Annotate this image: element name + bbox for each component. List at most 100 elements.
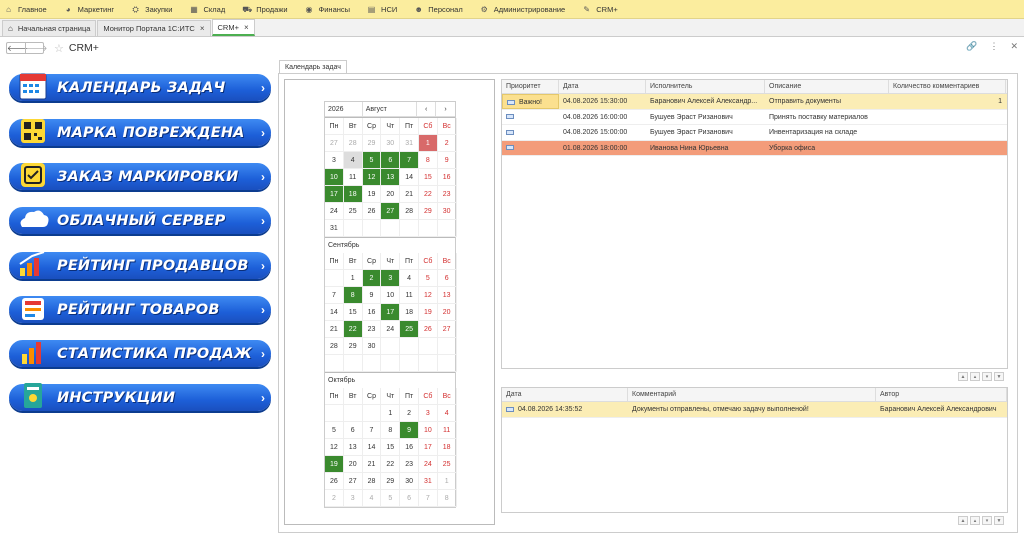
forward-arrow-icon[interactable]: 🡒	[25, 43, 47, 53]
calendar-day[interactable]: 8	[381, 422, 401, 439]
column-header[interactable]: Исполнитель	[646, 80, 765, 93]
calendar-day[interactable]: 28	[400, 203, 419, 220]
link-icon[interactable]: 🔗	[966, 41, 977, 52]
banner-button[interactable]: ОБЛАЧНЫЙ СЕРВЕР ›	[9, 207, 271, 234]
prev-month-icon[interactable]: ‹	[417, 102, 437, 116]
column-header[interactable]: Количество комментариев	[889, 80, 1006, 93]
column-header[interactable]: Комментарий	[628, 388, 876, 401]
calendar-day[interactable]: 15	[343, 304, 363, 321]
calendar-day[interactable]: 10	[418, 422, 438, 439]
calendar-day[interactable]: 15	[381, 439, 401, 456]
more-icon[interactable]: ⋮	[989, 41, 998, 52]
table-row[interactable]: 04.08.2026 15:00:00 Бушуев Эраст Ризанови…	[502, 125, 1007, 141]
table-row[interactable]: 01.08.2026 18:00:00 Иванова Нина Юрьевна У…	[502, 140, 1007, 156]
month-select[interactable]: Август	[363, 102, 418, 116]
calendar-day[interactable]: 27	[343, 473, 363, 490]
calendar-day[interactable]: 3	[343, 490, 363, 507]
menu-item[interactable]: ▤ НСИ	[367, 5, 398, 14]
calendar-day[interactable]: 11	[400, 287, 419, 304]
calendar-day[interactable]: 19	[418, 304, 438, 321]
calendar-day[interactable]: 10	[325, 169, 344, 186]
calendar-day[interactable]: 24	[325, 203, 344, 220]
calendar-day[interactable]: 31	[418, 473, 438, 490]
calendar-day[interactable]: 25	[343, 203, 363, 220]
calendar-day[interactable]: 24	[381, 321, 401, 338]
calendar-day[interactable]: 1	[418, 135, 438, 152]
calendar-day[interactable]: 30	[362, 338, 382, 355]
calendar-day[interactable]: 7	[418, 490, 438, 507]
calendar-day[interactable]: 16	[437, 169, 457, 186]
calendar-day[interactable]: 16	[400, 439, 419, 456]
calendar-day[interactable]: 14	[400, 169, 419, 186]
tab-item[interactable]: Монитор Портала 1С:ИТС ×	[97, 20, 211, 36]
calendar-day[interactable]: 12	[362, 169, 382, 186]
calendar-day[interactable]: 6	[437, 270, 457, 287]
calendar-day[interactable]: 3	[418, 405, 438, 422]
calendar-day[interactable]: 17	[325, 186, 344, 203]
banner-button[interactable]: КАЛЕНДАРЬ ЗАДАЧ ›	[9, 73, 271, 101]
menu-item[interactable]: ☻ Персонал	[414, 5, 463, 14]
calendar-day[interactable]: 23	[437, 186, 457, 203]
calendar-day[interactable]: 4	[362, 490, 382, 507]
calendar-day[interactable]: 27	[437, 321, 457, 338]
tab-task-calendar[interactable]: Календарь задач	[279, 60, 347, 74]
calendar-day[interactable]: 21	[400, 186, 419, 203]
next-month-icon[interactable]: ›	[436, 102, 455, 116]
calendar-day[interactable]: 20	[381, 186, 401, 203]
scroll-bottom-icon[interactable]: ▼	[994, 516, 1004, 525]
calendar-day[interactable]: 5	[418, 270, 438, 287]
scroll-bottom-icon[interactable]: ▼	[994, 372, 1004, 381]
calendar-day[interactable]: 23	[362, 321, 382, 338]
calendar-day[interactable]: 21	[325, 321, 344, 338]
calendar-day[interactable]: 5	[362, 152, 382, 169]
menu-item[interactable]: ✎ CRM+	[582, 5, 617, 14]
menu-item[interactable]: ⛟ Продажи	[242, 5, 287, 14]
calendar-day[interactable]: 7	[362, 422, 382, 439]
calendar-day[interactable]: 25	[400, 321, 419, 338]
calendar-day[interactable]: 24	[418, 456, 438, 473]
calendar-day[interactable]: 15	[418, 169, 438, 186]
calendar-day[interactable]: 11	[437, 422, 457, 439]
calendar-day[interactable]: 14	[325, 304, 344, 321]
calendar-day[interactable]: 2	[400, 405, 419, 422]
calendar-day[interactable]: 19	[362, 186, 382, 203]
calendar-day[interactable]: 29	[418, 203, 438, 220]
calendar-day[interactable]: 22	[418, 186, 438, 203]
calendar-day[interactable]: 6	[343, 422, 363, 439]
calendar-day[interactable]: 1	[437, 473, 457, 490]
banner-button[interactable]: СТАТИСТИКА ПРОДАЖ ›	[9, 340, 271, 367]
scroll-up-icon[interactable]: ▴	[970, 516, 980, 525]
table-row[interactable]: 04.08.2026 14:35:52 Документы отправлены,…	[502, 402, 1007, 418]
tab-item[interactable]: ⌂ Начальная страница	[2, 20, 97, 36]
calendar-day[interactable]: 9	[437, 152, 457, 169]
menu-item[interactable]: ◉ Финансы	[305, 5, 351, 14]
close-icon[interactable]: ✕	[1010, 41, 1018, 52]
banner-button[interactable]: ЗАКАЗ МАРКИРОВКИ ›	[9, 163, 271, 190]
calendar-day[interactable]: 29	[381, 473, 401, 490]
scroll-down-icon[interactable]: ▾	[982, 372, 992, 381]
banner-button[interactable]: МАРКА ПОВРЕЖДЕНА ›	[9, 119, 271, 146]
calendar-day[interactable]: 16	[362, 304, 382, 321]
scroll-down-icon[interactable]: ▾	[982, 516, 992, 525]
calendar-day[interactable]: 30	[437, 203, 457, 220]
scroll-up-icon[interactable]: ▴	[970, 372, 980, 381]
menu-item[interactable]: ◕ Маркетинг	[64, 5, 114, 14]
calendar-day[interactable]: 3	[381, 270, 401, 287]
calendar-day[interactable]: 1	[381, 405, 401, 422]
calendar-day[interactable]: 13	[381, 169, 401, 186]
calendar-day[interactable]: 6	[381, 152, 401, 169]
calendar-day[interactable]: 27	[381, 203, 401, 220]
calendar-day[interactable]: 13	[437, 287, 457, 304]
tab-item[interactable]: CRM+ ×	[211, 19, 255, 36]
calendar-day[interactable]: 12	[325, 439, 344, 456]
calendar-day[interactable]: 12	[418, 287, 438, 304]
calendar-day[interactable]: 21	[362, 456, 382, 473]
banner-button[interactable]: РЕЙТИНГ ТОВАРОВ ›	[9, 296, 271, 323]
calendar-day[interactable]: 2	[362, 270, 382, 287]
back-arrow-icon[interactable]: 🡐	[7, 43, 28, 53]
calendar-day[interactable]: 18	[437, 439, 457, 456]
calendar-day[interactable]: 22	[381, 456, 401, 473]
calendar-day[interactable]: 20	[437, 304, 457, 321]
calendar-day[interactable]: 26	[362, 203, 382, 220]
calendar-day[interactable]: 19	[325, 456, 344, 473]
